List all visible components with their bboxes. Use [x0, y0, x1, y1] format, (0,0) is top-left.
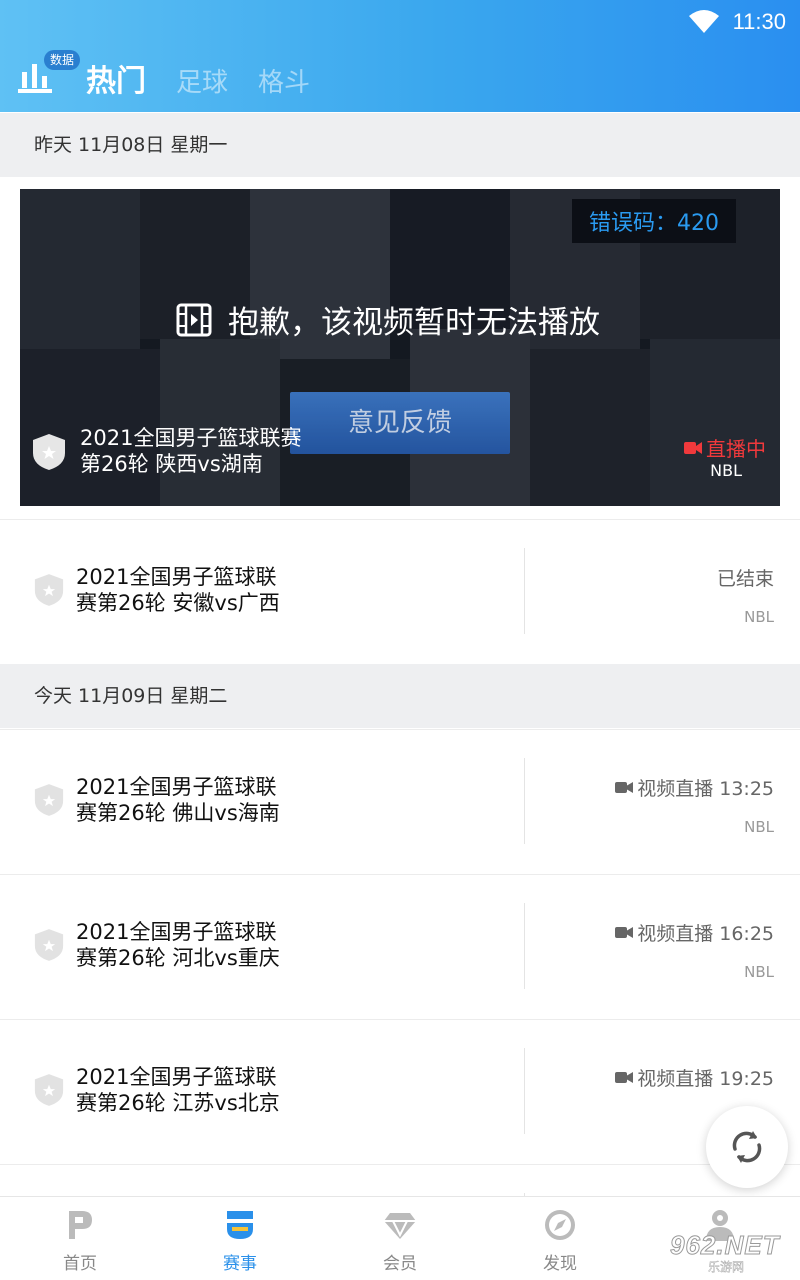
top-header: 11:30 数据 热门 足球 格斗 — [0, 0, 800, 112]
diamond-icon — [384, 1213, 416, 1239]
match-status-text: 视频直播 16:25 — [637, 923, 774, 945]
category-tabs: 热门 足球 格斗 — [86, 56, 310, 100]
match-title-line2: 赛第26轮 江苏vs北京 — [76, 1091, 280, 1115]
match-status-text: 视频直播 19:25 — [637, 1068, 774, 1090]
refresh-icon — [732, 1131, 762, 1163]
match-row[interactable]: 2021全国男子篮球联 赛第26轮 佛山vs海南 视频直播 13:25 NBL — [0, 729, 800, 874]
match-title: 2021全国男子篮球联 赛第26轮 河北vs重庆 — [76, 919, 280, 971]
live-label: 直播中 — [706, 437, 766, 461]
match-icon — [227, 1211, 253, 1239]
date-header-today: 今天 11月09日 星期二 — [0, 664, 800, 728]
row-divider — [524, 1048, 525, 1134]
match-title-line2: 赛第26轮 佛山vs海南 — [76, 801, 280, 825]
nav-matches-label: 赛事 — [223, 1254, 257, 1274]
tab-fighting[interactable]: 格斗 — [258, 62, 310, 99]
tab-football[interactable]: 足球 — [176, 62, 228, 99]
nav-vip-label: 会员 — [383, 1254, 417, 1274]
row-divider — [524, 758, 525, 844]
bar-chart-icon — [18, 64, 52, 93]
match-status-text: 视频直播 13:25 — [637, 778, 774, 800]
watermark-text: 962.NET — [670, 1230, 780, 1261]
row-divider — [524, 548, 525, 634]
match-title-line2: 赛第26轮 安徽vs广西 — [76, 591, 280, 615]
match-status: 视频直播 19:25 — [615, 1064, 774, 1091]
team-shield-icon — [34, 574, 64, 606]
playback-error-message: 抱歉，该视频暂时无法播放 — [176, 297, 600, 342]
match-title-line1: 2021全国男子篮球联 — [76, 920, 277, 944]
match-title: 2021全国男子篮球联 赛第26轮 江苏vs北京 — [76, 1064, 280, 1116]
refresh-button[interactable] — [706, 1106, 788, 1188]
match-row[interactable]: 2021全国男子篮球联 赛第26轮 江苏vs北京 视频直播 19:25 — [0, 1019, 800, 1164]
nav-home-label: 首页 — [63, 1254, 97, 1274]
playback-error-text: 抱歉，该视频暂时无法播放 — [228, 305, 600, 341]
match-title-line1: 2021全国男子篮球联 — [76, 775, 277, 799]
player-match-title: 2021全国男子篮球联赛 第26轮 陕西vs湖南 — [80, 425, 301, 477]
home-p-icon — [69, 1211, 92, 1239]
match-status: 视频直播 13:25 — [615, 774, 774, 801]
nav-home[interactable]: 首页 — [0, 1197, 160, 1280]
film-icon — [176, 303, 212, 336]
team-shield-icon — [33, 434, 65, 470]
player-title-line2: 第26轮 陕西vs湖南 — [80, 452, 263, 476]
match-title: 2021全国男子篮球联 赛第26轮 安徽vs广西 — [76, 564, 280, 616]
team-shield-icon — [34, 929, 64, 961]
match-title-line1: 2021全国男子篮球联 — [76, 1065, 277, 1089]
error-code: 错误码：420 — [572, 199, 736, 243]
live-badge: 直播中 — [684, 433, 766, 462]
match-title-line1: 2021全国男子篮球联 — [76, 565, 277, 589]
video-camera-icon — [615, 1072, 634, 1083]
nav-discover-label: 发现 — [543, 1254, 577, 1274]
match-title-line2: 赛第26轮 河北vs重庆 — [76, 946, 280, 970]
video-camera-icon — [684, 441, 702, 454]
video-camera-icon — [615, 782, 634, 793]
feedback-button[interactable]: 意见反馈 — [290, 392, 510, 454]
team-shield-icon — [34, 1074, 64, 1106]
wifi-icon — [688, 10, 719, 33]
status-time: 11:30 — [732, 9, 786, 34]
team-shield-icon — [34, 784, 64, 816]
nav-matches[interactable]: 赛事 — [160, 1197, 320, 1280]
match-row[interactable]: 2021全国男子篮球联 赛第26轮 安徽vs广西 已结束 NBL — [0, 519, 800, 664]
match-row[interactable]: 2021全国男子篮球联 赛第26轮 河北vs重庆 视频直播 16:25 NBL — [0, 874, 800, 1019]
nav-discover[interactable]: 发现 — [480, 1197, 640, 1280]
watermark-subtext: 乐游网 — [708, 1260, 745, 1274]
data-button[interactable]: 数据 — [18, 50, 84, 96]
match-status: 视频直播 16:25 — [615, 919, 774, 946]
player-title-line1: 2021全国男子篮球联赛 — [80, 426, 302, 450]
match-status-text: 已结束 — [716, 568, 774, 590]
match-status: 已结束 — [717, 564, 774, 591]
date-header-yesterday: 昨天 11月08日 星期一 — [0, 113, 800, 177]
match-league: NBL — [744, 963, 774, 981]
video-player[interactable]: 错误码：420 抱歉，该视频暂时无法播放 意见反馈 2021全国男子篮球联赛 第… — [20, 189, 780, 506]
row-divider — [524, 903, 525, 989]
match-league: NBL — [744, 818, 774, 836]
status-bar: 11:30 — [688, 6, 786, 38]
match-title: 2021全国男子篮球联 赛第26轮 佛山vs海南 — [76, 774, 280, 826]
nav-vip[interactable]: 会员 — [320, 1197, 480, 1280]
player-league: NBL — [710, 461, 742, 480]
video-camera-icon — [615, 927, 634, 938]
compass-icon — [545, 1210, 575, 1240]
match-league: NBL — [744, 608, 774, 626]
tab-hot[interactable]: 热门 — [86, 56, 146, 100]
watermark-logo: 962.NET 乐游网 — [660, 1226, 796, 1276]
